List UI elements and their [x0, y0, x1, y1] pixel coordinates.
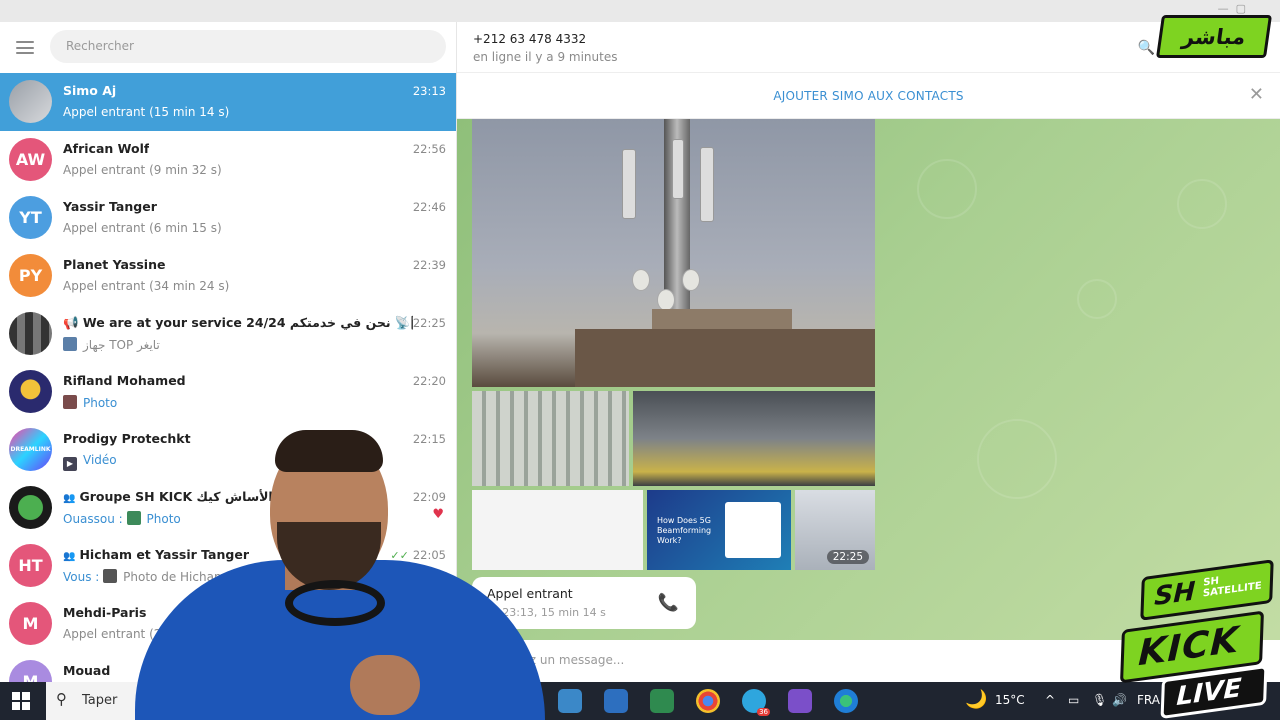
avatar: DREAMLINK [9, 428, 52, 471]
chat-item-african-wolf[interactable]: AW African Wolf 22:56 Appel entrant (9 m… [0, 131, 456, 189]
chat-preview: Appel entrant (6 min 15 s) [63, 221, 222, 235]
avatar [9, 370, 52, 413]
chat-name: African Wolf [63, 141, 150, 156]
video-thumbnail-icon: ▶ [63, 457, 77, 471]
search-icon: ⚲ [56, 690, 67, 708]
presenter-hair [275, 430, 383, 472]
chat-item-simo-aj[interactable]: Simo Aj 23:13 Appel entrant (15 min 14 s… [0, 73, 456, 131]
avatar [9, 80, 52, 123]
telegram-icon[interactable]: 36 [742, 689, 770, 716]
chat-name: Rifland Mohamed [63, 373, 186, 388]
avatar [9, 486, 52, 529]
microphone-icon[interactable]: 🎙 [1092, 693, 1107, 707]
avatar: PY [9, 254, 52, 297]
notification-badge: 36 [757, 708, 770, 716]
calculator-icon[interactable] [604, 689, 628, 713]
contact-phone[interactable]: +212 63 478 4332 [473, 32, 586, 46]
chat-time: 23:13 [412, 84, 446, 98]
media-photo-beamforming[interactable]: How Does 5G Beamforming Work? [647, 490, 791, 570]
contact-status: en ligne il y a 9 minutes [473, 50, 618, 64]
media-video-tower[interactable]: 22:25 [795, 490, 875, 570]
presenter-hand [350, 655, 420, 715]
taskbar-app-icon[interactable] [788, 689, 812, 713]
chat-time: 22:46 [412, 200, 446, 214]
chat-time: 22:56 [412, 142, 446, 156]
chat-time: 22:20 [412, 374, 446, 388]
moon-weather-icon: 🌙 [965, 689, 988, 710]
add-contact-button[interactable]: AJOUTER SIMO AUX CONTACTS [457, 89, 1280, 103]
avatar: M [9, 602, 52, 645]
media-photo-tower[interactable] [472, 119, 875, 387]
network-icon[interactable]: ▭ [1068, 693, 1079, 707]
search-icon[interactable]: 🔍 [1138, 40, 1155, 56]
chat-preview: جهاز TOP تايغر [63, 337, 160, 352]
group-icon: 👥 [63, 551, 76, 562]
window-title-strip: — ▢ [0, 0, 1280, 22]
add-contact-bar: AJOUTER SIMO AUX CONTACTS ✕ [457, 73, 1280, 119]
wallpaper-pattern [917, 159, 977, 219]
avatar: HT [9, 544, 52, 587]
sidebar-header: Rechercher [0, 22, 456, 73]
taskbar-app-icon[interactable] [558, 689, 582, 713]
sh-kick-live-logo: SH SH SATELLITE KICK LIVE [1118, 559, 1280, 720]
screen: — ▢ Rechercher Simo Aj 23:13 Appel entra… [0, 0, 1280, 720]
chrome-icon[interactable] [696, 689, 720, 713]
photo-thumbnail-icon [63, 395, 77, 409]
slide-text: How Does 5G Beamforming Work? [657, 516, 712, 545]
wallpaper-pattern [977, 419, 1057, 499]
edge-icon[interactable] [834, 689, 858, 713]
windows-start-icon[interactable] [12, 692, 30, 710]
video-duration: 22:25 [826, 550, 869, 564]
chat-time: 22:25 [412, 316, 446, 330]
hamburger-menu-icon[interactable] [16, 41, 34, 54]
wallpaper-pattern [1177, 179, 1227, 229]
weather-temp[interactable]: 15°C [995, 693, 1025, 707]
chat-item-service-channel[interactable]: 📢 We are at your service 24/24 نحن في خد… [0, 305, 456, 363]
media-photo-rack[interactable] [633, 391, 875, 486]
avatar: AW [9, 138, 52, 181]
chat-name: Simo Aj [63, 83, 117, 98]
search-input[interactable]: Rechercher [50, 30, 446, 63]
chat-item-planet-yassine[interactable]: PY Planet Yassine 22:39 Appel entrant (3… [0, 247, 456, 305]
chevron-up-icon[interactable]: ^ [1045, 693, 1055, 707]
chat-name: Planet Yassine [63, 257, 166, 272]
phone-icon[interactable]: 📞 [658, 593, 679, 613]
chat-name: 📢 We are at your service 24/24 نحن في خد… [63, 315, 413, 330]
avatar: M [9, 660, 52, 682]
wallpaper-pattern [1077, 279, 1117, 319]
chat-preview: ▶ Vidéo [63, 453, 117, 471]
chat-time: 22:39 [412, 258, 446, 272]
taskbar-app-icon[interactable] [650, 689, 674, 713]
headphones-icon [285, 580, 385, 626]
chat-item-rifland-mohamed[interactable]: Rifland Mohamed 22:20 Photo [0, 363, 456, 421]
chat-preview: Appel entrant (34 min 24 s) [63, 279, 230, 293]
chat-preview: Appel entrant (9 min 32 s) [63, 163, 222, 177]
chat-name: Mouad [63, 663, 111, 678]
presenter-video-overlay [115, 430, 545, 720]
avatar [9, 312, 52, 355]
chat-preview: Appel entrant (15 min 14 s) [63, 105, 230, 119]
chat-preview: Photo [63, 395, 117, 410]
chat-name: Yassir Tanger [63, 199, 157, 214]
photo-thumbnail-icon [63, 337, 77, 351]
chat-item-yassir-tanger[interactable]: YT Yassir Tanger 22:46 Appel entrant (6 … [0, 189, 456, 247]
group-icon: 👥 [63, 493, 76, 504]
live-logo-badge: مباشر [1155, 15, 1273, 58]
window-controls[interactable]: — ▢ [1218, 2, 1246, 15]
close-icon[interactable]: ✕ [1249, 84, 1264, 105]
avatar: YT [9, 196, 52, 239]
